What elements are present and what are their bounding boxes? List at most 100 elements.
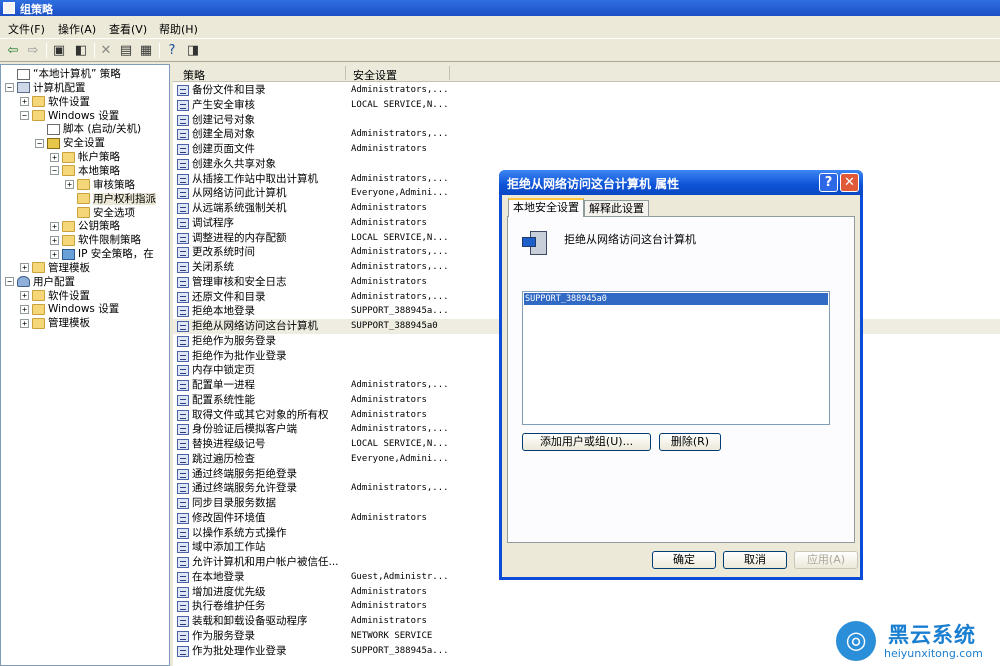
policy-icon	[177, 380, 189, 391]
menu-action[interactable]: 操作(A)	[58, 21, 96, 37]
policy-name-cell: 装载和卸载设备驱动程序	[192, 615, 308, 627]
tree-item[interactable]: + 审核策略	[65, 178, 135, 192]
user-icon	[17, 276, 30, 288]
ok-button[interactable]: 确定	[652, 551, 716, 569]
policy-icon	[177, 114, 189, 126]
table-row[interactable]: 增加进度优先级 Administrators	[173, 585, 1000, 600]
menu-help[interactable]: 帮助(H)	[159, 21, 198, 37]
tree-item-label: IP 安全策略，在	[78, 248, 154, 261]
collapse-icon[interactable]: −	[5, 277, 14, 287]
tree-item[interactable]: + 管理模板	[20, 316, 90, 330]
expand-icon[interactable]: +	[50, 249, 59, 259]
tree-item[interactable]: − 本地策略	[50, 164, 120, 178]
add-user-button[interactable]: 添加用户或组(U)...	[522, 433, 651, 451]
policy-name-cell: 内存中锁定页	[192, 364, 255, 377]
expand-icon[interactable]: +	[65, 180, 74, 190]
up-icon[interactable]: ▣	[50, 42, 68, 59]
expand-icon[interactable]: +	[50, 221, 59, 231]
tree-item[interactable]: “本地计算机” 策略	[5, 67, 121, 81]
security-setting-cell: Administrators	[351, 616, 427, 626]
tree-item[interactable]: − Windows 设置	[20, 109, 119, 123]
help-button[interactable]: ?	[819, 173, 838, 192]
close-button[interactable]: ✕	[840, 173, 859, 192]
tree-item[interactable]: + 帐户策略	[50, 150, 120, 164]
tab-explain[interactable]: 解释此设置	[584, 200, 649, 217]
collapse-icon[interactable]: −	[5, 83, 14, 93]
expand-icon[interactable]: +	[20, 304, 29, 314]
policy-name-cell: 跳过遍历检查	[192, 452, 255, 465]
user-list[interactable]: SUPPORT_388945a0	[522, 291, 830, 425]
collapse-icon[interactable]: −	[50, 166, 59, 176]
tree-item-label: 软件设置	[48, 289, 90, 302]
policy-name-cell: 备份文件和目录	[192, 84, 266, 96]
tree-item[interactable]: + 软件设置	[20, 289, 90, 303]
table-row[interactable]: 创建全局对象 Administrators,...	[173, 127, 1000, 142]
expand-icon[interactable]: +	[20, 291, 29, 301]
expand-icon[interactable]: +	[20, 318, 29, 328]
policy-name-cell: 产生安全审核	[192, 98, 255, 111]
user-list-item[interactable]: SUPPORT_388945a0	[524, 293, 828, 305]
cancel-button[interactable]: 取消	[723, 551, 787, 569]
menu-file[interactable]: 文件(F)	[8, 21, 45, 37]
tree-item[interactable]: + 公钥策略	[50, 219, 120, 233]
expand-icon[interactable]: +	[20, 97, 29, 107]
menu-view[interactable]: 查看(V)	[109, 21, 147, 37]
policy-name-cell: 拒绝作为批作业登录	[192, 349, 287, 362]
tree-item[interactable]: − 计算机配置	[5, 81, 86, 95]
security-setting-cell: Administrators	[351, 409, 427, 420]
policy-icon	[177, 616, 189, 627]
tree-item[interactable]: 安全选项	[65, 206, 135, 220]
col-header-setting[interactable]: 安全设置	[353, 67, 397, 83]
policy-name: 拒绝从网络访问这台计算机	[564, 233, 696, 246]
tree-item[interactable]: + 软件限制策略	[50, 233, 141, 247]
tree-item[interactable]: − 用户配置	[5, 275, 75, 289]
forward-icon[interactable]: ⇨	[24, 42, 42, 59]
console-icon[interactable]: ◨	[184, 42, 202, 59]
help-icon[interactable]: ?	[163, 42, 181, 59]
policy-icon	[177, 394, 189, 406]
tree-item[interactable]: + 管理模板	[20, 261, 90, 275]
policy-icon	[177, 321, 189, 332]
expand-icon[interactable]: +	[50, 235, 59, 245]
col-header-policy[interactable]: 策略	[183, 67, 205, 83]
table-row[interactable]: 创建记号对象	[173, 113, 1000, 128]
list-header: 策略 安全设置	[173, 64, 1000, 82]
folder-icon	[62, 165, 75, 177]
show-tree-icon[interactable]: ◧	[72, 42, 90, 59]
folder-icon	[32, 317, 45, 329]
delete-icon[interactable]: ✕	[97, 42, 115, 59]
security-setting-cell: LOCAL SERVICE,N...	[351, 232, 449, 243]
tree-item-label: 审核策略	[93, 178, 135, 191]
tree-item[interactable]: + 软件设置	[20, 95, 90, 109]
table-row[interactable]: 备份文件和目录 Administrators,...	[173, 83, 1000, 98]
tree-item[interactable]: 用户权利指派	[65, 192, 156, 206]
policy-name-cell: 创建记号对象	[192, 113, 255, 126]
table-row[interactable]: 产生安全审核 LOCAL SERVICE,N...	[173, 98, 1000, 113]
export-icon[interactable]: ▦	[137, 42, 155, 59]
back-icon[interactable]: ⇦	[4, 42, 22, 59]
security-setting-cell: SUPPORT_388945a...	[351, 306, 449, 317]
policy-name-cell: 管理审核和安全日志	[192, 275, 287, 288]
window-title: 组策略	[20, 3, 53, 16]
remove-button[interactable]: 删除(R)	[659, 433, 721, 451]
collapse-icon[interactable]: −	[35, 138, 44, 148]
tree-item-label: 管理模板	[48, 317, 90, 330]
table-row[interactable]: 执行卷维护任务 Administrators	[173, 599, 1000, 614]
tree-item[interactable]: + IP 安全策略，在	[50, 247, 154, 261]
folder-icon	[77, 193, 90, 205]
policy-icon	[177, 217, 189, 229]
apply-button[interactable]: 应用(A)	[794, 551, 858, 569]
properties-icon[interactable]: ▤	[117, 42, 135, 59]
expand-icon[interactable]: +	[20, 263, 29, 273]
tree-item[interactable]: + Windows 设置	[20, 302, 119, 316]
tree-item-label: 公钥策略	[78, 220, 120, 233]
table-row[interactable]: 创建页面文件 Administrators	[173, 142, 1000, 157]
tree-item[interactable]: − 安全设置	[35, 136, 105, 150]
collapse-icon[interactable]: −	[20, 111, 29, 121]
tree-item[interactable]: 脚本 (启动/关机)	[35, 122, 141, 136]
folder-icon	[32, 96, 45, 108]
expand-icon[interactable]: +	[50, 152, 59, 162]
security-setting-cell: Administrators	[351, 217, 427, 228]
security-setting-cell: Administrators	[351, 394, 427, 405]
tab-local-security[interactable]: 本地安全设置	[508, 198, 584, 217]
